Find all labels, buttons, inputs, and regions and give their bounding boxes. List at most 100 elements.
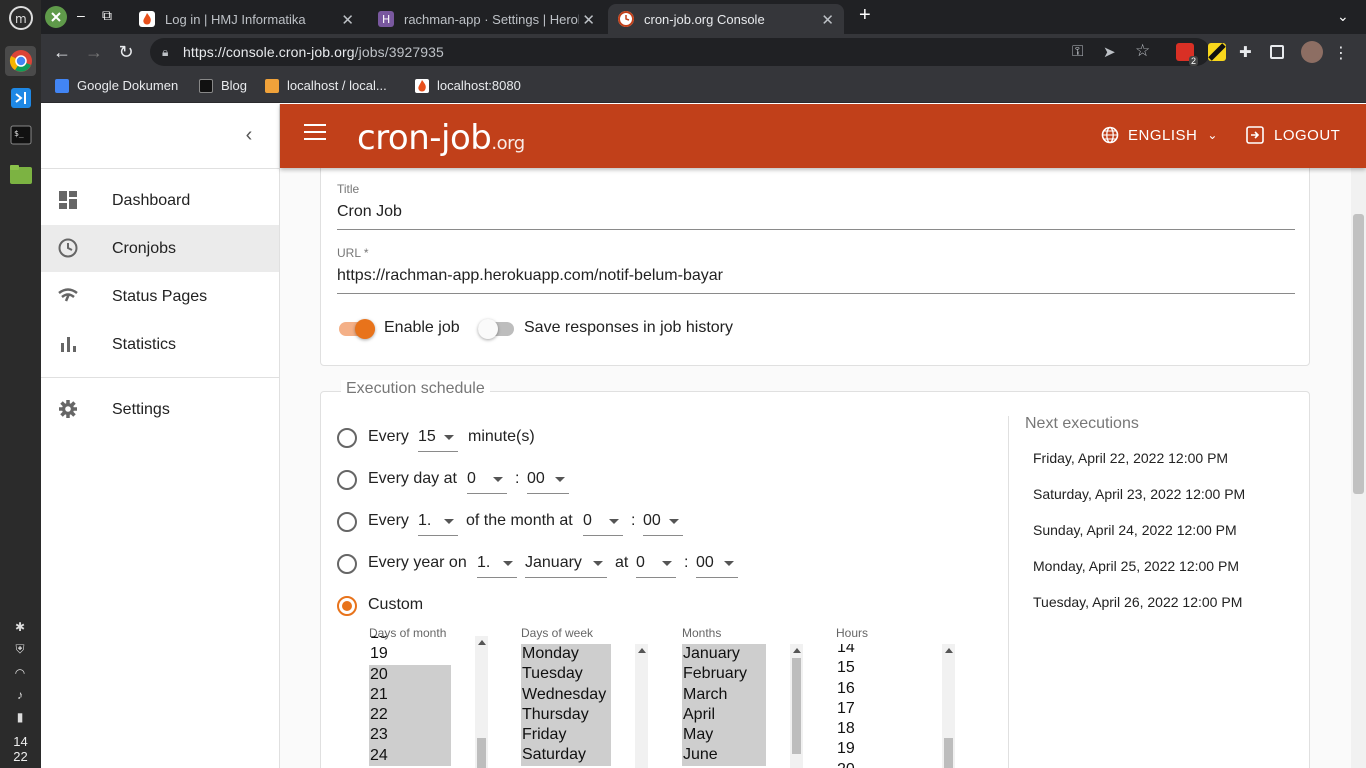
close-tab-icon[interactable]: ✕ <box>821 11 834 29</box>
list-option[interactable]: March <box>682 684 766 705</box>
minimize-icon[interactable]: – <box>77 7 85 23</box>
more-menu-icon[interactable]: ⋮ <box>1333 43 1351 62</box>
month-hour-select[interactable]: 0 <box>583 506 623 536</box>
sidebar-item-cronjobs[interactable]: Cronjobs <box>41 225 279 272</box>
hamburger-menu-icon[interactable] <box>304 124 326 146</box>
back-icon[interactable]: ← <box>50 40 74 64</box>
sidebar-item-status-pages[interactable]: Status Pages <box>41 273 279 320</box>
close-tab-icon[interactable]: ✕ <box>341 11 354 29</box>
send-icon[interactable]: ➤ <box>1103 43 1116 61</box>
tab-group-icon[interactable] <box>45 6 67 28</box>
every-month-radio[interactable] <box>337 512 357 532</box>
list-option[interactable]: 24 <box>369 745 451 767</box>
list-option[interactable]: 23 <box>369 725 451 746</box>
list-option[interactable]: 19 <box>369 644 451 664</box>
close-tab-icon[interactable]: ✕ <box>582 11 595 29</box>
month-minute-select[interactable]: 00 <box>643 506 683 536</box>
scroll-thumb[interactable] <box>477 738 486 768</box>
tab-cronjob[interactable]: cron-job.org Console ✕ <box>608 4 844 34</box>
list-option[interactable]: Thursday <box>521 704 611 726</box>
days-of-month-scrollbar[interactable] <box>475 636 488 768</box>
list-option[interactable]: Saturday <box>521 745 611 766</box>
sidebar-item-settings[interactable]: Settings <box>41 386 279 433</box>
year-hour-select[interactable]: 0 <box>636 548 676 578</box>
list-option[interactable]: Monday <box>521 644 611 665</box>
hours-list[interactable]: 14151617181920 <box>836 644 926 768</box>
list-option[interactable]: 20 <box>369 664 451 685</box>
list-option[interactable]: Friday <box>521 725 611 746</box>
address-bar[interactable]: 🔒︎ https://console.cron-job.org/jobs/392… <box>150 38 1210 66</box>
url-field[interactable]: https://rachman-app.herokuapp.com/notif-… <box>337 267 723 285</box>
list-option[interactable]: 16 <box>836 679 926 699</box>
forward-icon[interactable]: → <box>82 40 106 64</box>
days-of-month-list[interactable]: 18192021222324 <box>369 636 451 768</box>
list-option[interactable]: 17 <box>836 699 926 719</box>
bluetooth-icon[interactable]: ✱ <box>11 620 29 636</box>
files-app-icon[interactable] <box>5 159 36 189</box>
page-scrollbar[interactable] <box>1351 168 1366 768</box>
custom-radio[interactable] <box>337 596 357 616</box>
stripe-extension-icon[interactable] <box>1208 43 1226 61</box>
list-option[interactable]: June <box>682 745 766 766</box>
mint-menu-icon[interactable]: m <box>5 3 36 33</box>
language-button[interactable]: ENGLISH ⌄ <box>1101 126 1218 144</box>
minutes-interval-select[interactable]: 15 <box>418 422 458 452</box>
new-tab-icon[interactable]: + <box>859 4 871 27</box>
side-panel-icon[interactable] <box>1270 45 1284 59</box>
key-icon[interactable]: ⚿ <box>1072 43 1083 60</box>
scroll-thumb[interactable] <box>944 738 953 768</box>
scroll-thumb[interactable] <box>792 658 801 754</box>
month-day-select[interactable]: 1. <box>418 506 458 536</box>
sidebar-item-dashboard[interactable]: Dashboard <box>41 177 279 224</box>
days-of-week-scrollbar[interactable] <box>635 644 648 768</box>
logout-button[interactable]: LOGOUT <box>1246 126 1340 144</box>
clock[interactable]: 14 22 <box>0 734 41 764</box>
vscode-app-icon[interactable] <box>5 83 36 113</box>
chrome-app-icon[interactable] <box>5 46 36 76</box>
shield-icon[interactable]: ⛨ <box>11 642 29 658</box>
avatar[interactable] <box>1301 41 1323 63</box>
list-option[interactable]: May <box>682 725 766 746</box>
year-month-select[interactable]: January <box>525 548 607 578</box>
hours-scrollbar[interactable] <box>942 644 955 768</box>
list-option[interactable]: Tuesday <box>521 664 611 685</box>
lock-icon[interactable]: 🔒︎ <box>162 45 168 60</box>
months-list[interactable]: January February March April May June <box>682 644 766 768</box>
page-scroll-thumb[interactable] <box>1353 214 1364 494</box>
reload-icon[interactable]: ↻ <box>114 40 138 64</box>
months-scrollbar[interactable] <box>790 644 803 768</box>
days-of-week-list[interactable]: Monday Tuesday Wednesday Thursday Friday Satu… <box>521 644 611 768</box>
wifi-icon[interactable]: ◠ <box>11 666 29 682</box>
list-option[interactable]: 20 <box>836 760 926 768</box>
calendar-extension-icon[interactable]: 2 <box>1176 43 1198 66</box>
list-option[interactable]: February <box>682 664 766 685</box>
battery-icon[interactable]: ▮ <box>11 710 29 726</box>
tab-heroku[interactable]: H rachman-app · Settings | Heroku ✕ <box>368 4 605 34</box>
list-option[interactable]: January <box>682 644 766 665</box>
terminal-app-icon[interactable]: $_ <box>5 120 36 150</box>
volume-icon[interactable]: ♪ <box>11 688 29 704</box>
list-option[interactable]: 14 <box>836 644 926 658</box>
collapse-sidebar-icon[interactable]: ‹ <box>237 124 261 147</box>
list-option[interactable]: 15 <box>836 658 926 678</box>
list-option[interactable]: 18 <box>836 719 926 739</box>
puzzle-icon[interactable]: ✚ <box>1239 43 1257 61</box>
list-option[interactable]: April <box>682 704 766 726</box>
bookmark-google-docs[interactable]: Google Dokumen <box>55 78 178 93</box>
save-responses-toggle[interactable] <box>478 319 514 339</box>
list-option[interactable]: 22 <box>369 705 451 726</box>
bookmark-localhost[interactable]: localhost:8080 <box>415 78 521 93</box>
list-option[interactable]: Wednesday <box>521 684 611 705</box>
tab-hmj[interactable]: Log in | HMJ Informatika ✕ <box>129 4 364 34</box>
chevron-down-icon[interactable]: ⌄ <box>1337 8 1349 25</box>
every-minutes-radio[interactable] <box>337 428 357 448</box>
bookmark-star-icon[interactable]: ☆ <box>1135 41 1150 61</box>
sidebar-item-statistics[interactable]: Statistics <box>41 321 279 368</box>
restore-icon[interactable]: ⧉ <box>102 7 112 24</box>
title-field[interactable]: Cron Job <box>337 203 402 221</box>
list-option[interactable]: 21 <box>369 684 451 706</box>
bookmark-blog[interactable]: Blog <box>199 78 247 93</box>
cronjob-logo[interactable]: cron-job.org <box>357 118 525 158</box>
every-day-minute-select[interactable]: 00 <box>527 464 569 494</box>
bookmark-phpmyadmin[interactable]: localhost / local... <box>265 78 387 93</box>
